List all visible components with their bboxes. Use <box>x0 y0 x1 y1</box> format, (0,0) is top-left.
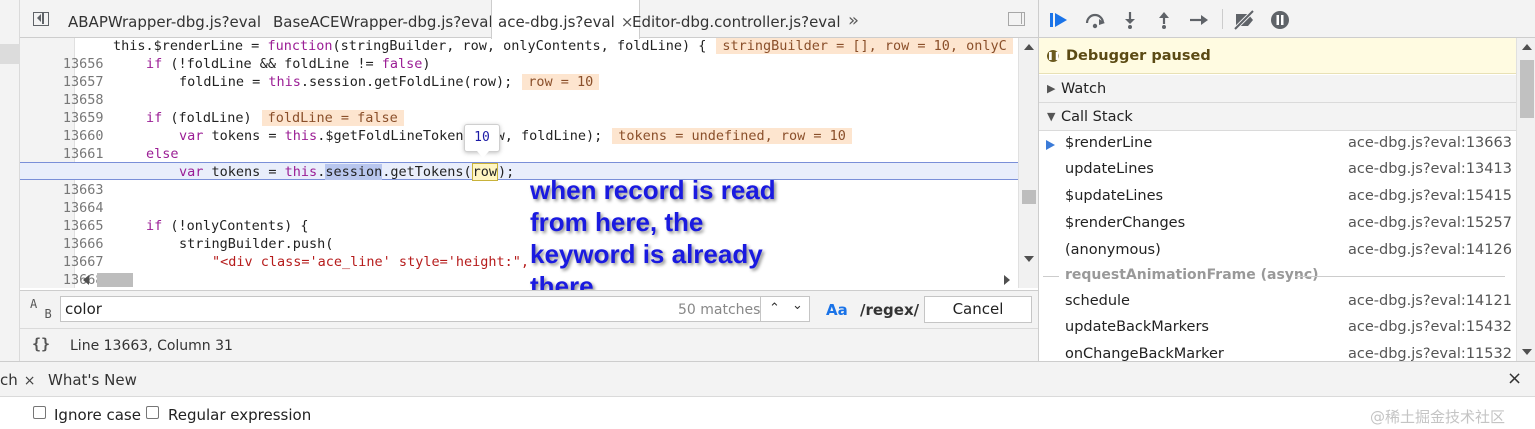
chevron-down-icon[interactable]: ⌄ <box>792 298 803 313</box>
match-count: 50 matches <box>678 302 761 318</box>
toolbar-divider <box>1222 9 1223 29</box>
scroll-up-icon[interactable] <box>1522 44 1532 50</box>
toggle-navigator-icon[interactable] <box>33 12 49 26</box>
deactivate-breakpoints-icon[interactable] <box>1233 10 1255 30</box>
resume-icon[interactable] <box>1049 11 1069 29</box>
scroll-right-icon[interactable] <box>1004 275 1010 285</box>
chevron-up-icon[interactable]: ⌃ <box>769 301 780 316</box>
regex-checkbox[interactable] <box>146 406 159 419</box>
call-frame[interactable]: schedule ace-dbg.js?eval:14121 <box>1039 289 1516 316</box>
code-line: 13658 foldLine = this.session.getFoldLin… <box>20 73 1018 108</box>
watch-section-header[interactable]: ▶ Watch <box>1039 75 1516 103</box>
left-panel-strip <box>0 0 20 361</box>
inline-variable-value: row = 10 <box>522 74 600 90</box>
call-frame[interactable]: updateLines ace-dbg.js?eval:13413 <box>1039 157 1516 184</box>
status-bar: {} Line 13663, Column 31 <box>20 328 1038 361</box>
code-line: 13667 stringBuilder.push( <box>20 235 1018 270</box>
call-frame[interactable]: $updateLines ace-dbg.js?eval:15415 <box>1039 184 1516 211</box>
regex-label: Regular expression <box>168 406 312 424</box>
hovered-variable[interactable]: row <box>471 163 499 181</box>
debugger-sidebar: ❚❚ Debugger paused ▶ Watch ▼ Call Stack … <box>1038 0 1535 361</box>
triangle-down-icon: ▼ <box>1047 110 1056 123</box>
code-line: 13657 if (!foldLine && foldLine != false… <box>20 55 1018 90</box>
left-panel-marker <box>0 44 20 64</box>
step-over-icon[interactable] <box>1084 11 1106 29</box>
inline-variable-value: tokens = undefined, row = 10 <box>612 128 852 144</box>
close-drawer-icon[interactable]: × <box>1507 368 1522 389</box>
current-execution-line: 13663 var tokens = this.session.getToken… <box>20 162 1018 198</box>
editor-tab-bar: ABAPWrapper-dbg.js?eval BaseACEWrapper-d… <box>20 0 1038 39</box>
search-bar: A B color 50 matches ⌃ ⌄ Aa /regex/ Canc… <box>20 290 1038 328</box>
call-frame[interactable]: updateBackMarkers ace-dbg.js?eval:15432 <box>1039 315 1516 342</box>
code-line: 13662 else <box>20 145 1018 180</box>
call-frame-current[interactable]: $renderLine ace-dbg.js?eval:13663 <box>1039 131 1516 158</box>
search-navigation: ⌃ ⌄ <box>760 296 810 322</box>
scroll-down-icon[interactable] <box>1522 349 1532 355</box>
code-line: 13656 this.$renderLine = function(string… <box>20 38 1018 72</box>
code-vertical-scrollbar[interactable] <box>1018 38 1038 288</box>
debugger-paused-banner: ❚❚ Debugger paused <box>1039 38 1516 74</box>
code-line: 13664 <box>20 181 1018 216</box>
tab-baseacewrapper[interactable]: BaseACEWrapper-dbg.js?eval <box>273 0 493 38</box>
call-frame[interactable]: (anonymous) ace-dbg.js?eval:14126 <box>1039 238 1516 265</box>
code-line: 13660 if (foldLine) foldLine = false <box>20 109 1018 144</box>
ignore-case-checkbox[interactable] <box>33 406 46 419</box>
triangle-right-icon: ▶ <box>1047 82 1056 95</box>
call-frame[interactable]: onChangeBackMarker ace-dbg.js?eval:11532 <box>1039 342 1516 361</box>
async-separator: requestAnimationFrame (async) <box>1039 265 1516 287</box>
toggle-debugger-sidebar-icon[interactable] <box>1008 12 1025 26</box>
watermark: @稀土掘金技术社区 <box>1370 408 1506 426</box>
drawer-content: Ignore case Regular expression <box>0 397 1535 429</box>
step-into-icon[interactable] <box>1123 11 1137 29</box>
scroll-down-icon[interactable] <box>1024 256 1034 262</box>
code-line: 13668 "<div class='ace_line' style='heig… <box>20 253 1018 288</box>
annotation-text: when record is read from here, the keywo… <box>530 175 776 301</box>
scroll-thumb[interactable] <box>1520 60 1534 118</box>
regex-button[interactable]: /regex/ <box>860 301 919 319</box>
variable-value-tooltip: 10 <box>464 124 500 158</box>
search-input[interactable]: color <box>60 296 781 322</box>
call-frame[interactable]: $renderChanges ace-dbg.js?eval:15257 <box>1039 211 1516 238</box>
tab-whats-new[interactable]: What's New <box>48 371 137 389</box>
drawer-tab-bar: ch × What's New × <box>0 361 1535 397</box>
code-line: 13666 if (!onlyContents) { <box>20 217 1018 252</box>
tab-abapwrapper[interactable]: ABAPWrapper-dbg.js?eval <box>68 0 261 38</box>
ignore-case-label: Ignore case <box>54 406 141 424</box>
scroll-up-icon[interactable] <box>1024 44 1034 50</box>
cursor-position: Line 13663, Column 31 <box>70 338 233 354</box>
pause-on-exceptions-icon[interactable] <box>1270 10 1290 30</box>
code-line: 13661 var tokens = this.$getFoldLineToke… <box>20 127 1018 162</box>
tab-search[interactable]: ch × <box>0 371 36 389</box>
step-icon[interactable] <box>1189 13 1209 27</box>
scroll-thumb[interactable] <box>97 273 133 287</box>
inline-variable-value: foldLine = false <box>261 110 404 126</box>
more-tabs-icon[interactable]: » <box>848 10 859 31</box>
replace-toggle-icon[interactable]: A B <box>30 298 52 320</box>
selected-text: session <box>325 164 383 180</box>
pause-info-icon: ❚❚ <box>1047 50 1061 62</box>
close-tab-icon[interactable]: × <box>24 373 36 389</box>
step-out-icon[interactable] <box>1157 11 1171 29</box>
current-frame-arrow-icon <box>1046 140 1055 150</box>
separator-line <box>1043 276 1059 277</box>
cancel-button[interactable]: Cancel <box>924 296 1032 323</box>
scroll-thumb[interactable] <box>1022 190 1036 204</box>
scroll-left-icon[interactable] <box>83 275 89 285</box>
code-line: 13665 <box>20 199 1018 234</box>
call-stack-section-header[interactable]: ▼ Call Stack <box>1039 103 1516 131</box>
tab-editor-controller[interactable]: Editor-dbg.controller.js?eval <box>632 0 841 38</box>
debugger-toolbar <box>1039 0 1535 38</box>
match-case-button[interactable]: Aa <box>826 301 848 319</box>
tab-ace-dbg[interactable]: ace-dbg.js?eval × <box>491 0 641 39</box>
tab-label: ace-dbg.js?eval <box>498 13 615 31</box>
sidebar-scrollbar[interactable] <box>1516 38 1535 361</box>
separator-line <box>1295 276 1505 277</box>
code-line: 13659 <box>20 91 1018 126</box>
code-editor[interactable]: 13656 this.$renderLine = function(string… <box>20 38 1018 288</box>
pretty-print-icon[interactable]: {} <box>32 335 50 353</box>
inline-variable-value: stringBuilder = [], row = 10, onlyC <box>716 38 1013 54</box>
